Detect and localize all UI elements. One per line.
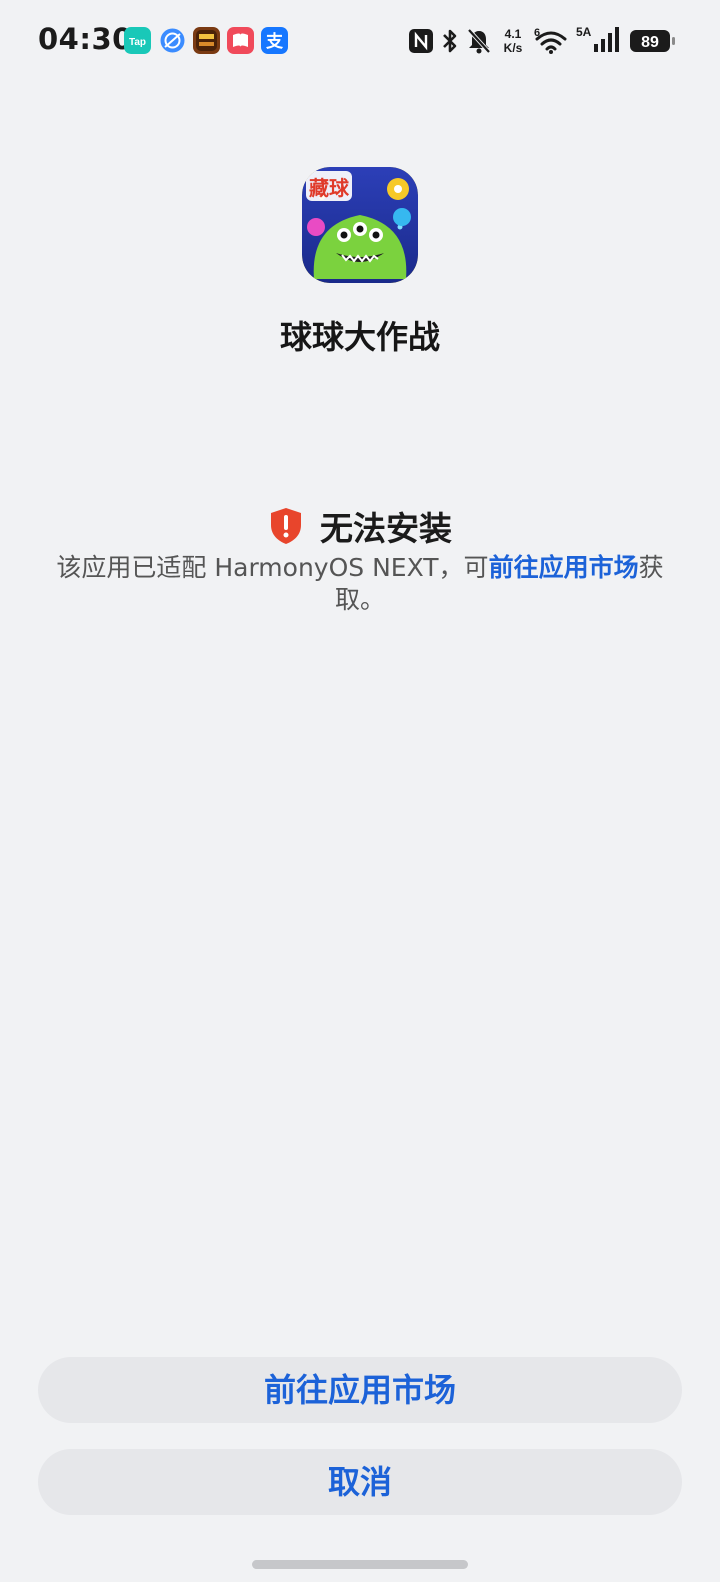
error-title: 无法安装: [320, 509, 452, 548]
svg-text:支: 支: [266, 31, 284, 52]
go-market-link[interactable]: 前往应用市场: [489, 553, 639, 582]
reader-app-icon: [227, 27, 254, 54]
install-failed-screen: 04:30 Tap 支 4.1 K/s 6 5A 89 藏球 球球大作战 无法安…: [0, 0, 720, 1582]
status-bar: 04:30 Tap 支 4.1 K/s 6 5A 89: [0, 0, 720, 84]
go-market-button[interactable]: 前往应用市场: [38, 1357, 682, 1423]
wifi-icon: 6: [533, 25, 569, 59]
app-icon: 藏球: [302, 167, 418, 283]
cellular-signal-icon: 5A: [574, 24, 620, 58]
battery-icon: 89: [629, 29, 677, 53]
nfc-icon: [408, 28, 434, 58]
taptap-icon: Tap: [124, 27, 151, 54]
home-indicator[interactable]: [252, 1560, 468, 1569]
status-time: 04:30: [38, 22, 133, 56]
error-message: 该应用已适配 HarmonyOS NEXT，可前往应用市场获取。: [48, 552, 672, 616]
svg-text:Tap: Tap: [129, 37, 146, 48]
error-header: 无法安装: [0, 502, 720, 550]
app-name: 球球大作战: [279, 318, 440, 356]
svg-text:K/s: K/s: [504, 41, 523, 55]
alipay-icon: 支: [261, 27, 288, 54]
svg-text:4.1: 4.1: [505, 27, 522, 41]
browser-icon: [159, 27, 186, 54]
svg-text:藏球: 藏球: [309, 176, 350, 200]
game-app-icon: [193, 27, 220, 54]
shield-warning-icon: [268, 506, 304, 546]
svg-text:5A: 5A: [576, 25, 592, 39]
error-message-text: 该应用已适配 HarmonyOS NEXT，可: [56, 553, 489, 582]
bluetooth-icon: [440, 27, 460, 59]
svg-text:89: 89: [641, 34, 659, 51]
mute-bell-icon: [466, 27, 492, 59]
cancel-button[interactable]: 取消: [38, 1449, 682, 1515]
network-speed: 4.1 K/s: [499, 26, 527, 56]
